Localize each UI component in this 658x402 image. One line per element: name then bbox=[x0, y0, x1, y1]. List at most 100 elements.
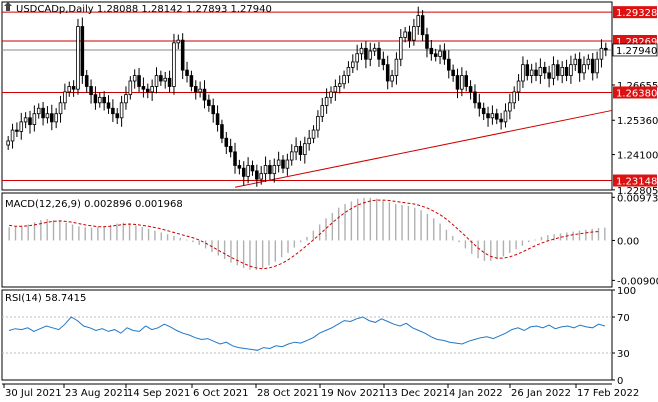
candle-up bbox=[560, 66, 564, 76]
candle-up bbox=[285, 159, 290, 169]
candle-down bbox=[233, 151, 237, 166]
candle-down bbox=[381, 58, 386, 66]
x-tick-label: 26 Jan 2022 bbox=[511, 388, 571, 399]
candle-down bbox=[185, 69, 189, 76]
price-tick-label: 1.25360 bbox=[617, 116, 658, 127]
candle-up bbox=[19, 121, 24, 132]
candle-down bbox=[468, 86, 473, 93]
candle-down bbox=[145, 88, 150, 93]
candle-up bbox=[438, 50, 442, 57]
x-tick-label: 14 Sep 2021 bbox=[127, 388, 190, 399]
candle-up bbox=[303, 143, 307, 155]
candle-up bbox=[512, 91, 516, 104]
candle-up bbox=[6, 140, 10, 146]
candle-up bbox=[508, 102, 512, 112]
candle-down bbox=[473, 91, 477, 104]
candle-up bbox=[390, 75, 394, 82]
chart[interactable]: 0.0097320.00-0.009007 10070300 1.293281.… bbox=[0, 0, 658, 402]
candle-up bbox=[573, 58, 578, 66]
candle-down bbox=[207, 99, 211, 106]
candle-up bbox=[394, 58, 399, 76]
candle-down bbox=[84, 75, 89, 87]
candle-up bbox=[154, 75, 159, 87]
candle-down bbox=[106, 102, 111, 109]
candle-up bbox=[272, 165, 277, 175]
candle-up bbox=[551, 64, 556, 79]
symbol-header: USDCADp,Daily 1.28088 1.28142 1.27893 1.… bbox=[16, 4, 272, 15]
candle-up bbox=[529, 69, 534, 76]
symbol-icon bbox=[4, 2, 12, 11]
candle-down bbox=[93, 94, 98, 104]
x-tick-label: 17 Feb 2022 bbox=[577, 388, 639, 399]
candle-up bbox=[124, 94, 128, 104]
candle-up bbox=[416, 15, 421, 27]
candle-up bbox=[32, 113, 37, 126]
candle-down bbox=[111, 107, 115, 115]
candle-down bbox=[15, 129, 19, 132]
candle-down bbox=[420, 15, 425, 36]
candle-down bbox=[89, 86, 93, 96]
candle-up bbox=[399, 37, 403, 60]
candle-down bbox=[534, 69, 538, 76]
candle-down bbox=[180, 39, 185, 71]
candle-down bbox=[215, 113, 220, 126]
candle-up bbox=[45, 113, 50, 119]
candle-down bbox=[241, 167, 246, 177]
candle-up bbox=[246, 165, 250, 177]
candle-up bbox=[569, 64, 573, 76]
candle-down bbox=[50, 113, 54, 123]
candle-up bbox=[599, 47, 604, 60]
x-tick-label: 4 Jan 2022 bbox=[449, 388, 503, 399]
candle-up bbox=[289, 151, 294, 161]
candle-up bbox=[538, 66, 543, 76]
candle-up bbox=[67, 86, 72, 93]
rsi-tick-label: 70 bbox=[617, 313, 630, 324]
candle-down bbox=[159, 75, 163, 82]
candle-down bbox=[385, 64, 390, 82]
candle-down bbox=[494, 113, 499, 120]
candle-up bbox=[76, 26, 80, 90]
candle-up bbox=[403, 31, 407, 38]
candle-down bbox=[364, 47, 368, 60]
candle-down bbox=[446, 58, 451, 71]
x-tick-label: 23 Aug 2021 bbox=[65, 388, 129, 399]
candle-down bbox=[224, 137, 229, 147]
price-tick-label: 1.22805 bbox=[617, 186, 658, 197]
price-level-lines bbox=[2, 11, 612, 182]
macd-header: MACD(12,26,9) 0.002896 0.001968 bbox=[5, 199, 183, 210]
candle-down bbox=[433, 53, 438, 57]
rsi-tick-label: 0 bbox=[617, 376, 623, 387]
candle-down bbox=[464, 75, 469, 87]
candle-down bbox=[228, 146, 233, 153]
candle-up bbox=[521, 64, 525, 82]
candle-up bbox=[176, 39, 181, 44]
candle-up bbox=[63, 91, 67, 104]
candle-up bbox=[324, 96, 329, 106]
candle-up bbox=[163, 77, 168, 82]
candle-down bbox=[542, 66, 547, 74]
current-price-label: 1.27940 bbox=[616, 46, 657, 57]
candle-down bbox=[556, 64, 560, 76]
candle-up bbox=[54, 113, 58, 123]
candle-down bbox=[167, 77, 172, 87]
candle-down bbox=[41, 107, 45, 119]
candle-down bbox=[425, 34, 429, 49]
candle-down bbox=[137, 75, 141, 87]
candle-down bbox=[237, 165, 242, 169]
panel-borders bbox=[1, 1, 613, 385]
x-tick-label: 6 Oct 2021 bbox=[193, 388, 248, 399]
candle-down bbox=[281, 159, 285, 169]
x-tick-label: 13 Dec 2021 bbox=[385, 388, 449, 399]
candle-down bbox=[255, 170, 259, 180]
candle-up bbox=[307, 137, 311, 145]
rsi-panel: 100 70 30 0 bbox=[2, 286, 636, 387]
candle-down bbox=[590, 58, 595, 74]
candle-down bbox=[429, 47, 434, 55]
candle-up bbox=[311, 129, 316, 139]
x-tick-label: 30 Jul 2021 bbox=[5, 388, 62, 399]
candle-up bbox=[329, 91, 333, 98]
candle-up bbox=[128, 80, 133, 96]
candle-down bbox=[220, 124, 224, 139]
candle-down bbox=[451, 69, 455, 76]
candle-up bbox=[119, 102, 124, 119]
